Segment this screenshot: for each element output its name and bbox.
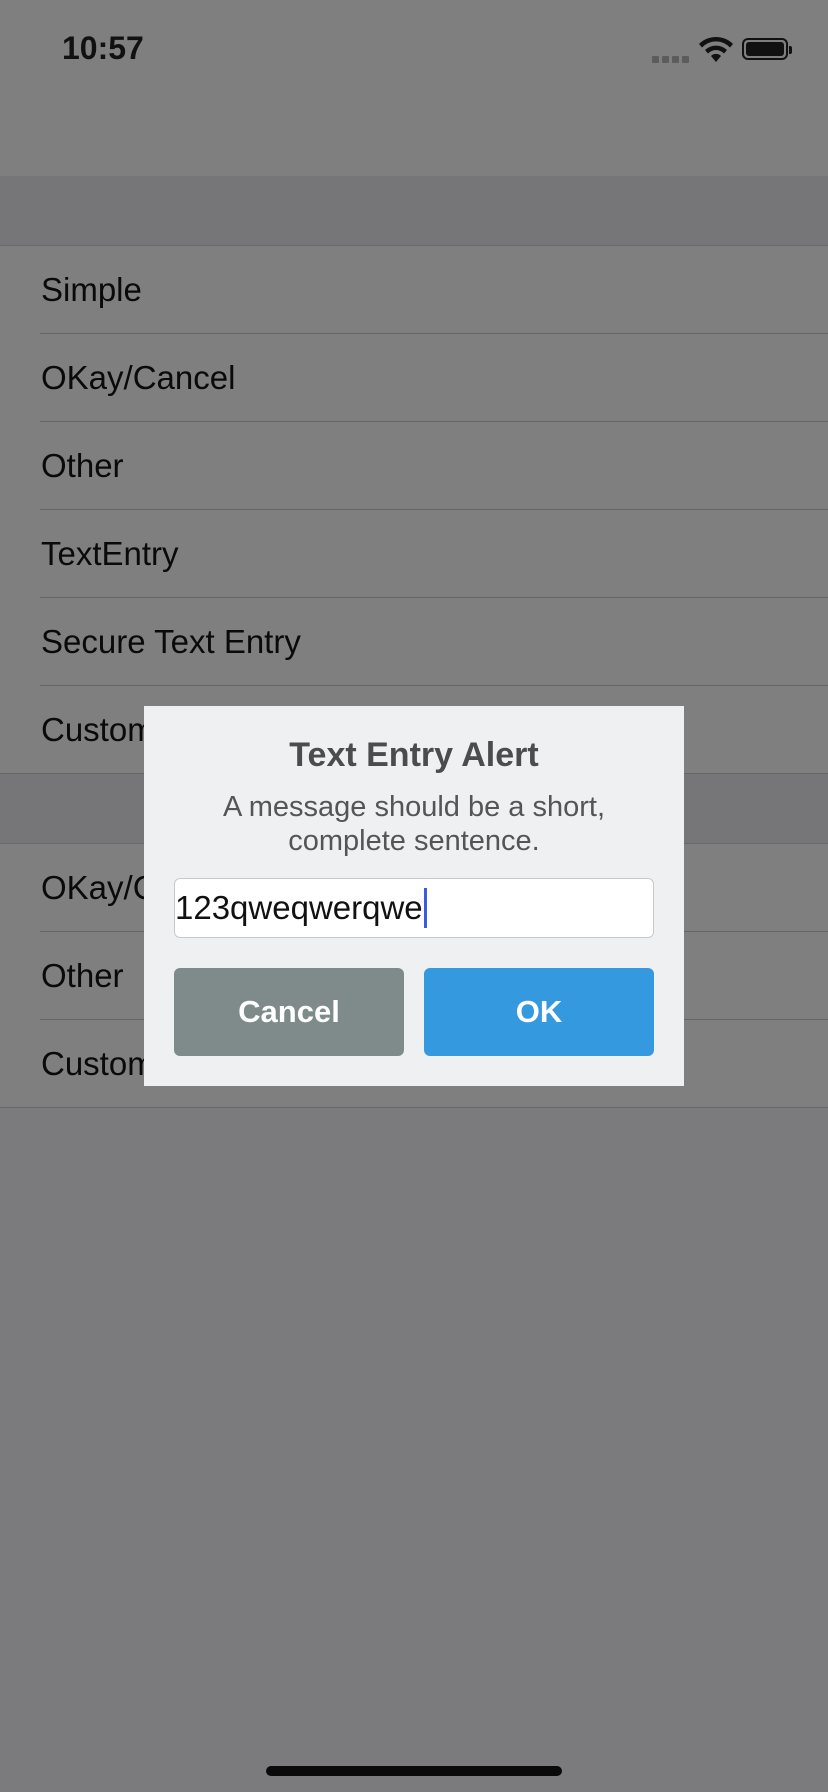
text-entry-alert: Text Entry Alert A message should be a s…	[144, 706, 684, 1086]
battery-icon	[742, 38, 792, 60]
cancel-button[interactable]: Cancel	[174, 968, 404, 1056]
list-item-simple[interactable]: Simple	[0, 246, 828, 334]
list-item-label: Other	[41, 447, 124, 484]
list-item-text-entry[interactable]: TextEntry	[0, 510, 828, 598]
status-bar: 10:57	[0, 0, 828, 176]
text-cursor	[423, 888, 427, 929]
status-time: 10:57	[62, 30, 144, 66]
home-indicator[interactable]	[266, 1766, 562, 1776]
list-item-label: Other	[41, 957, 124, 994]
row-divider	[0, 1107, 828, 1108]
list-item-label: Secure Text Entry	[41, 623, 301, 660]
ok-button[interactable]: OK	[424, 968, 654, 1056]
wifi-icon	[699, 36, 733, 62]
list-item-label: TextEntry	[41, 535, 179, 572]
list-section-1: Simple OKay/Cancel Other TextEntry Secur…	[0, 246, 828, 774]
list-item-secure-text-entry[interactable]: Secure Text Entry	[0, 598, 828, 686]
list-item-label: OKay/Cancel	[41, 359, 236, 396]
alert-message: A message should be a short, complete se…	[222, 791, 606, 857]
list-item-other[interactable]: Other	[0, 422, 828, 510]
alert-text-field[interactable]: 123qweqwerqwe	[174, 878, 654, 938]
alert-text-field-value: 123qweqwerqwe	[175, 879, 427, 937]
list-item-okay-cancel[interactable]: OKay/Cancel	[0, 334, 828, 422]
cellular-signal-icon	[652, 50, 692, 68]
alert-title: Text Entry Alert	[289, 736, 539, 774]
list-item-label: Custom	[41, 711, 155, 748]
list-item-label: Simple	[41, 271, 142, 308]
section-header-1	[0, 176, 828, 246]
list-item-label: OKay/C	[41, 869, 157, 906]
list-item-label: Custom	[41, 1045, 155, 1082]
alert-text-field-text: 123qweqwerqwe	[175, 889, 423, 926]
